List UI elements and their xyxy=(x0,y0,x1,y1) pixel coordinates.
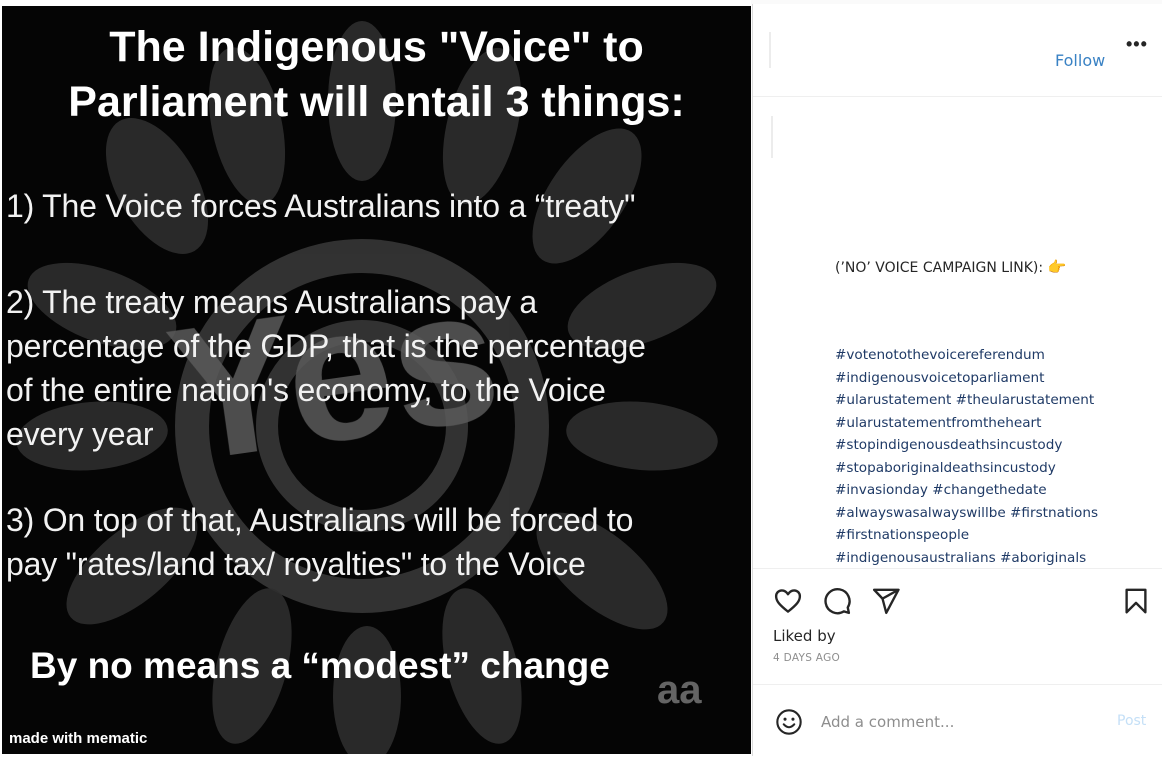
post-sidebar: Follow ••• (’NO’ VOICE CAMPAIGN LINK): 👉… xyxy=(752,4,1162,756)
hashtag-line[interactable]: #invasionday #changethedate xyxy=(835,479,1155,502)
meme-point-1: 1) The Voice forces Australians into a “… xyxy=(6,188,636,224)
pointing-hand-icon: 👉 xyxy=(1047,258,1067,276)
hashtag-line[interactable]: #ularustatementfromtheheart xyxy=(835,412,1155,435)
hashtag-line[interactable]: #alwayswasalwayswillbe #firstnations xyxy=(835,502,1155,525)
meme-point-line: of the entire nation's economy, to the V… xyxy=(6,372,606,408)
hashtag-list: #votenotothevoicereferendum #indigenousv… xyxy=(835,344,1155,569)
meme-point-line: every year xyxy=(6,416,154,452)
aap-watermark: aa xyxy=(657,668,702,712)
hashtag-line[interactable]: #stopaboriginaldeathsincustody xyxy=(835,457,1155,480)
divider xyxy=(753,568,1162,569)
liked-by-text[interactable]: Liked by xyxy=(773,627,836,645)
more-options-button[interactable]: ••• xyxy=(1126,34,1148,55)
post-date[interactable]: 4 DAYS AGO xyxy=(773,652,840,664)
post-header: Follow ••• xyxy=(753,4,1162,97)
comment-icon[interactable] xyxy=(822,586,852,616)
hashtag-line[interactable]: #indigenousvoicetoparliament xyxy=(835,367,1155,390)
comment-input[interactable] xyxy=(821,710,1101,734)
meme-point-line: 2) The treaty means Australians pay a xyxy=(6,284,537,320)
meme-title-line: The Indigenous "Voice" to xyxy=(109,23,644,71)
follow-button[interactable]: Follow xyxy=(1055,51,1105,70)
hashtag-line[interactable]: #indigenousaustralians #aboriginals xyxy=(835,547,1155,570)
post-comment-button[interactable]: Post xyxy=(1117,713,1146,729)
meme-point-3: 3) On top of that, Australians will be f… xyxy=(6,498,746,586)
caption-text: (’NO’ VOICE CAMPAIGN LINK): 👉 xyxy=(835,258,1066,276)
meme-point-line: 3) On top of that, Australians will be f… xyxy=(6,502,634,538)
share-icon[interactable] xyxy=(871,586,901,616)
bookmark-icon[interactable] xyxy=(1121,586,1151,616)
post-image: Yes The Indigenous "Voice" to Parliament… xyxy=(2,6,751,754)
hashtag-line[interactable]: #votenotothevoicereferendum xyxy=(835,344,1155,367)
meme-title: The Indigenous "Voice" to Parliament wil… xyxy=(2,20,751,130)
hashtag-line[interactable]: #ularustatement #theularustatement xyxy=(835,389,1155,412)
meme-title-line: Parliament will entail 3 things: xyxy=(68,78,685,126)
hashtag-line[interactable]: #firstnationspeople xyxy=(835,524,1155,547)
meme-point-line: pay "rates/land tax/ royalties" to the V… xyxy=(6,546,586,582)
divider xyxy=(753,684,1162,685)
hashtag-line[interactable]: #stopindigenousdeathsincustody xyxy=(835,434,1155,457)
emoji-icon[interactable] xyxy=(775,708,803,736)
avatar[interactable] xyxy=(769,32,771,68)
mematic-watermark: made with mematic xyxy=(9,730,148,747)
heart-icon[interactable] xyxy=(773,586,803,616)
meme-footer: By no means a “modest” change xyxy=(30,645,610,686)
caption-avatar[interactable] xyxy=(771,116,773,158)
meme-point-line: percentage of the GDP, that is the perce… xyxy=(6,328,646,364)
meme-point-2: 2) The treaty means Australians pay a pe… xyxy=(6,280,746,456)
caption-label: (’NO’ VOICE CAMPAIGN LINK): xyxy=(835,260,1048,276)
